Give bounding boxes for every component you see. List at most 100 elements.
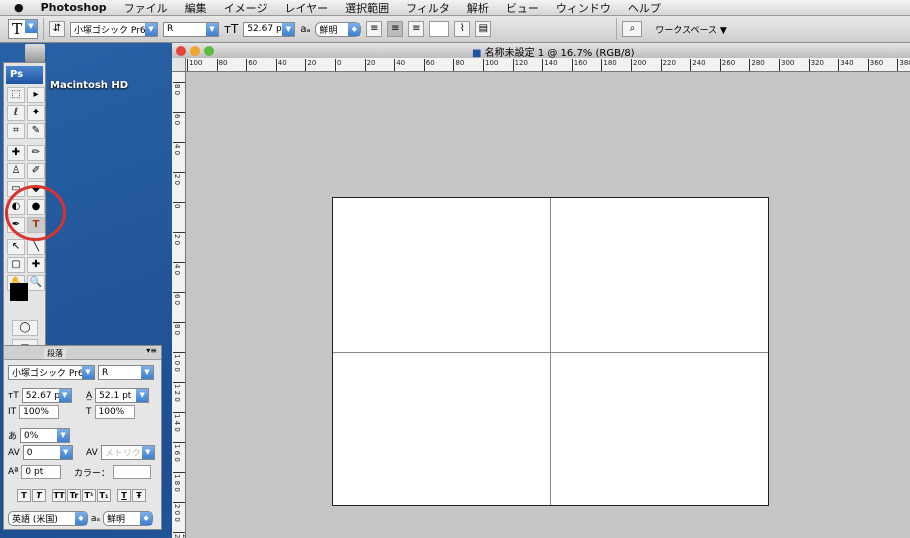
workspace-menu[interactable]: ワークスペース ▼	[655, 23, 726, 36]
ruler-tick-label: 180	[601, 59, 617, 71]
tool-button[interactable]: ✎	[27, 123, 45, 139]
ruler-tick-label: 2 0 0	[173, 502, 185, 522]
ruler-tick-label: 60	[423, 59, 435, 71]
baseline-shift-field[interactable]: 0 pt	[21, 465, 62, 479]
menu-analysis[interactable]: 解析	[467, 0, 489, 16]
all-caps-button[interactable]: TT	[52, 489, 66, 502]
menu-edit[interactable]: 編集	[185, 0, 207, 16]
font-size-select[interactable]: 52.67 pt ▼	[243, 21, 296, 37]
tracking-select[interactable]: メトリクス ▼	[100, 445, 155, 460]
ruler-origin[interactable]	[172, 58, 186, 72]
ruler-tick-label: 4 0	[173, 262, 185, 275]
faux-italic-button[interactable]: T	[32, 489, 46, 502]
tool-button[interactable]: ✚	[7, 145, 25, 161]
hard-drive-icon[interactable]	[25, 44, 45, 62]
faux-bold-button[interactable]: T	[17, 489, 31, 502]
ruler-tick-label: 160	[571, 59, 587, 71]
tool-button[interactable]: ▢	[7, 257, 25, 273]
align-center-icon[interactable]: ≡	[387, 21, 404, 37]
align-right-icon[interactable]: ≡	[408, 21, 425, 37]
language-select[interactable]: 英語 (米国) ◆	[8, 511, 88, 526]
tool-button[interactable]: ⌗	[7, 123, 25, 139]
ruler-tick-label: 140	[542, 59, 558, 71]
menu-window[interactable]: ウィンドウ	[556, 0, 611, 16]
horizontal-scale-field[interactable]: 100%	[94, 405, 135, 419]
ruler-tick-label: 6 0	[173, 292, 185, 305]
document-canvas[interactable]	[332, 197, 769, 506]
warp-text-icon[interactable]: ⌇	[454, 21, 471, 37]
kerning-select[interactable]: 0 ▼	[22, 445, 73, 460]
guide-horizontal[interactable]	[333, 352, 768, 353]
quick-mask-button[interactable]: ◯	[12, 320, 38, 336]
menu-select[interactable]: 選択範囲	[345, 0, 389, 16]
underline-button[interactable]: T	[117, 489, 131, 502]
char-font-style-select[interactable]: R ▼	[98, 365, 154, 380]
char-antialias-select[interactable]: 鮮明 ◆	[103, 511, 154, 526]
menu-photoshop[interactable]: Photoshop	[41, 1, 107, 14]
char-font-size-select[interactable]: 52.67 pt ▼	[21, 388, 72, 403]
vertical-scale-field[interactable]: 100%	[19, 405, 60, 419]
close-button[interactable]	[176, 45, 186, 56]
document-titlebar: ■ 名称未設定 1 @ 16.7% (RGB/8)	[172, 43, 910, 59]
tab-paragraph[interactable]: 段落	[44, 348, 66, 359]
menu-view[interactable]: ビュー	[506, 0, 539, 16]
ruler-tick-label: 1 8 0	[173, 472, 185, 492]
horizontal-ruler[interactable]: 100 80 60 40 20 0 20 40 60 80 100 120 140 160 180 200 22…	[186, 58, 910, 72]
strikethrough-button[interactable]: Ŧ	[132, 489, 146, 502]
tracking-icon: AV	[86, 447, 98, 458]
vertical-ruler[interactable]: 8 0 6 0 4 0 2 0 0 2 0 4 0 6 0 8 0 1 0 0 1 2 0 1 4 0…	[172, 72, 186, 538]
tool-button[interactable]: ↖	[7, 239, 25, 255]
tool-button[interactable]: ✚	[27, 257, 45, 273]
tool-button[interactable]: ✐	[27, 163, 45, 179]
char-font-family-select[interactable]: 小塚ゴシック Pr6N ▼	[8, 365, 95, 380]
menu-image[interactable]: イメージ	[224, 0, 268, 16]
hard-drive-label: Macintosh HD	[50, 80, 129, 91]
text-color-swatch[interactable]	[429, 21, 450, 37]
menu-bar: ● Photoshop ファイル 編集 イメージ レイヤー 選択範囲 フィルタ …	[0, 0, 910, 16]
ruler-tick-label: 100	[187, 59, 202, 71]
panel-menu-icon[interactable]: ▾≡	[146, 346, 157, 355]
ruler-tick-label: 1 6 0	[173, 442, 185, 462]
zoom-button[interactable]	[204, 45, 214, 56]
tool-button[interactable]: ▸	[27, 87, 45, 103]
menu-layer[interactable]: レイヤー	[284, 0, 328, 16]
tool-button[interactable]: ✦	[27, 105, 45, 121]
small-caps-button[interactable]: Tr	[67, 489, 81, 502]
subscript-button[interactable]: T₁	[97, 489, 111, 502]
palettes-icon[interactable]: ▤	[475, 21, 492, 37]
baseline-shift-icon: Aª	[8, 467, 19, 477]
tool-button[interactable]: ╲	[27, 239, 45, 255]
ruler-tick-label: 1 0 0	[173, 352, 185, 372]
ruler-tick-label: 240	[690, 59, 706, 71]
font-style-select[interactable]: R ▼	[163, 21, 219, 37]
tool-button[interactable]: ⬚	[7, 87, 25, 103]
ruler-tick-label: 380	[897, 59, 910, 71]
tool-button[interactable]: ℓ	[7, 105, 25, 121]
font-family-select[interactable]: 小塚ゴシック Pr6N ▼	[70, 21, 158, 37]
menu-file[interactable]: ファイル	[124, 0, 168, 16]
foreground-color[interactable]	[10, 283, 28, 301]
text-orientation-icon[interactable]: ⇵	[49, 21, 65, 37]
minimize-button[interactable]	[190, 45, 200, 56]
bridge-icon[interactable]: ⌕	[622, 21, 643, 37]
menu-filter[interactable]: フィルタ	[406, 0, 450, 16]
tools-header: Ps	[6, 66, 43, 84]
ruler-tick-label: 260	[719, 59, 735, 71]
menu-help[interactable]: ヘルプ	[628, 0, 661, 16]
ruler-tick-label: 8 0	[173, 82, 185, 95]
align-left-icon[interactable]: ≡	[366, 21, 383, 37]
antialias-select[interactable]: 鮮明 ◆	[315, 21, 362, 37]
ruler-tick-label: 2 2 0	[173, 532, 186, 538]
tool-button[interactable]: ✏	[27, 145, 45, 161]
superscript-button[interactable]: T¹	[82, 489, 96, 502]
document-window: ■ 名称未設定 1 @ 16.7% (RGB/8) 100 80 60 40 20 0 20…	[172, 43, 910, 538]
tool-preset-picker[interactable]: T ▼	[8, 19, 38, 39]
apple-icon[interactable]: ●	[14, 1, 24, 14]
leading-select[interactable]: 52.1 pt ▼	[95, 388, 150, 403]
tsume-select[interactable]: 0% ▼	[20, 428, 71, 443]
tool-button[interactable]: ♙	[7, 163, 25, 179]
char-color-swatch[interactable]	[113, 465, 152, 479]
vertical-scale-icon: IT	[8, 407, 17, 417]
horizontal-scale-icon: T	[86, 407, 92, 417]
tool-button[interactable]: 🔍	[27, 275, 45, 291]
